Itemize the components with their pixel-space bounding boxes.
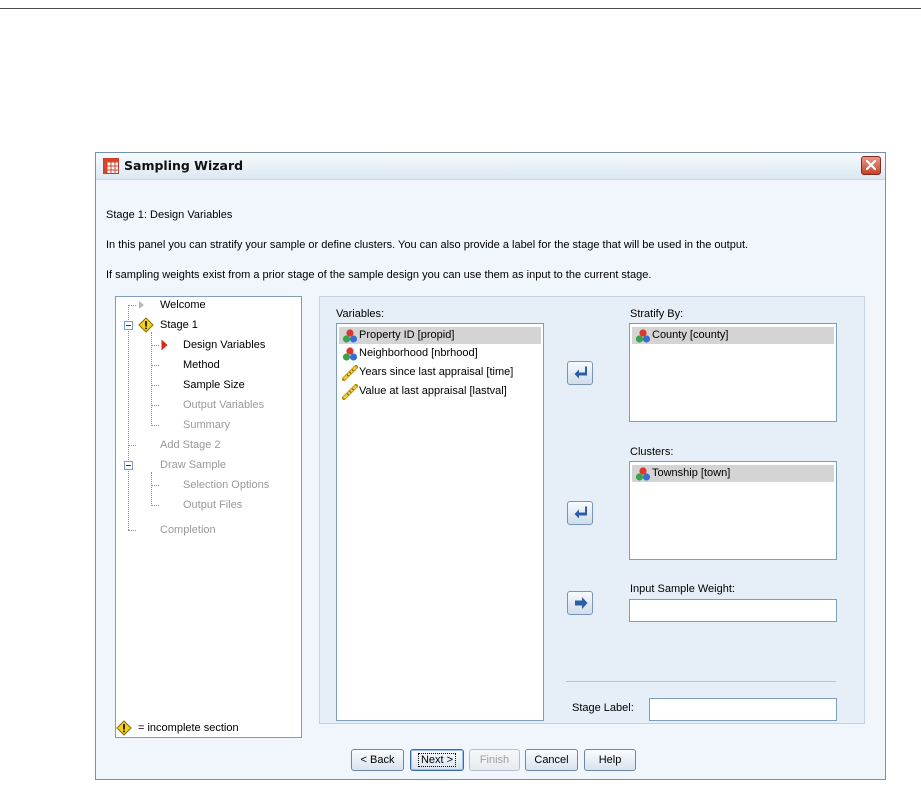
list-item[interactable]: County [county] — [632, 327, 834, 344]
tree-item-selection-options: Selection Options — [183, 479, 270, 491]
list-item-label: Value at last appraisal [lastval] — [359, 385, 507, 397]
design-variables-panel: Variables: Property ID [propid] Neighbor… — [319, 296, 865, 724]
list-item-label: Township [town] — [652, 467, 731, 479]
list-item-label: Neighborhood [nbrhood] — [359, 347, 478, 359]
ruler-icon — [342, 384, 358, 400]
back-button[interactable]: < Back — [351, 749, 404, 771]
move-to-stratify-button[interactable] — [567, 361, 593, 385]
tree-connector — [151, 425, 159, 426]
nominal-icon — [635, 329, 651, 343]
play-icon — [139, 301, 144, 309]
list-item[interactable]: Property ID [propid] — [339, 327, 541, 344]
list-item[interactable]: Township [town] — [632, 465, 834, 482]
stratify-label: Stratify By: — [630, 308, 684, 320]
window-title: Sampling Wizard — [124, 158, 244, 173]
data-grid-icon — [103, 158, 119, 174]
finish-button: Finish — [469, 749, 520, 771]
arrow-left-icon — [574, 366, 587, 379]
title-bar: Sampling Wizard — [96, 153, 885, 180]
next-button-label: Next > — [417, 753, 457, 767]
warning-icon — [138, 317, 154, 333]
list-item[interactable]: Value at last appraisal [lastval] — [339, 383, 541, 400]
tree-item-design-variables[interactable]: Design Variables — [183, 339, 265, 351]
tree-connector — [151, 345, 159, 346]
stage-title: Stage 1: Design Variables — [106, 209, 233, 221]
list-item-label: Property ID [propid] — [359, 329, 455, 341]
tree-connector — [128, 305, 129, 530]
clusters-listbox[interactable]: Township [town] — [629, 461, 837, 560]
tree-item-completion: Completion — [160, 524, 216, 536]
description-weights: If sampling weights exist from a prior s… — [106, 269, 652, 281]
list-item-label: County [county] — [652, 329, 729, 341]
close-button[interactable] — [861, 156, 881, 175]
tree-connector — [128, 305, 136, 306]
tree-item-summary: Summary — [183, 419, 231, 431]
stratify-listbox[interactable]: County [county] — [629, 323, 837, 422]
move-to-weight-button[interactable] — [567, 591, 593, 615]
tree-item-welcome[interactable]: Welcome — [160, 299, 206, 311]
close-icon — [865, 159, 877, 171]
sampling-wizard-dialog: Sampling Wizard Stage 1: Design Variable… — [95, 152, 886, 780]
list-item[interactable]: Neighborhood [nbrhood] — [339, 345, 541, 362]
input-sample-weight-field[interactable] — [629, 599, 837, 622]
move-to-clusters-button[interactable] — [567, 501, 593, 525]
warning-icon — [116, 720, 132, 736]
arrow-right-icon — [575, 597, 588, 609]
tree-item-add-stage-2: Add Stage 2 — [160, 439, 221, 451]
tree-item-draw-sample: Draw Sample — [160, 459, 227, 471]
tree-item-output-variables: Output Variables — [183, 399, 265, 411]
variables-label: Variables: — [336, 308, 385, 320]
variables-listbox[interactable]: Property ID [propid] Neighborhood [nbrho… — [336, 323, 544, 721]
tree-connector — [151, 485, 159, 486]
help-button[interactable]: Help — [584, 749, 636, 771]
tree-connector — [151, 472, 152, 504]
page-top-rule — [0, 8, 921, 9]
cancel-button[interactable]: Cancel — [525, 749, 578, 771]
tree-connector — [151, 365, 159, 366]
stage-label-field[interactable] — [649, 698, 837, 721]
tree-connector — [151, 505, 159, 506]
arrow-left-icon — [574, 506, 587, 519]
wizard-steps-tree: Welcome Stage 1 Design Variables Method … — [115, 296, 302, 738]
tree-connector — [128, 530, 136, 531]
tree-connector — [151, 405, 159, 406]
description-stratify: In this panel you can stratify your samp… — [106, 239, 749, 251]
nominal-icon — [635, 467, 651, 481]
next-button[interactable]: Next > — [410, 749, 464, 771]
tree-connector — [151, 385, 159, 386]
nominal-icon — [342, 329, 358, 343]
stage-label-label: Stage Label: — [572, 702, 634, 714]
tree-item-method[interactable]: Method — [183, 359, 220, 371]
legend-text: = incomplete section — [138, 722, 239, 734]
tree-item-stage-1[interactable]: Stage 1 — [160, 319, 198, 331]
nominal-icon — [342, 347, 358, 361]
tree-item-output-files: Output Files — [183, 499, 243, 511]
clusters-label: Clusters: — [630, 446, 674, 458]
collapse-icon[interactable] — [124, 321, 133, 330]
tree-item-sample-size[interactable]: Sample Size — [183, 379, 245, 391]
current-step-icon — [161, 339, 168, 351]
list-item[interactable]: Years since last appraisal [time] — [339, 364, 541, 381]
ruler-icon — [342, 365, 358, 381]
tree-connector — [128, 445, 136, 446]
separator — [566, 681, 836, 682]
collapse-icon[interactable] — [124, 461, 133, 470]
list-item-label: Years since last appraisal [time] — [359, 366, 514, 378]
weight-label: Input Sample Weight: — [630, 583, 735, 595]
